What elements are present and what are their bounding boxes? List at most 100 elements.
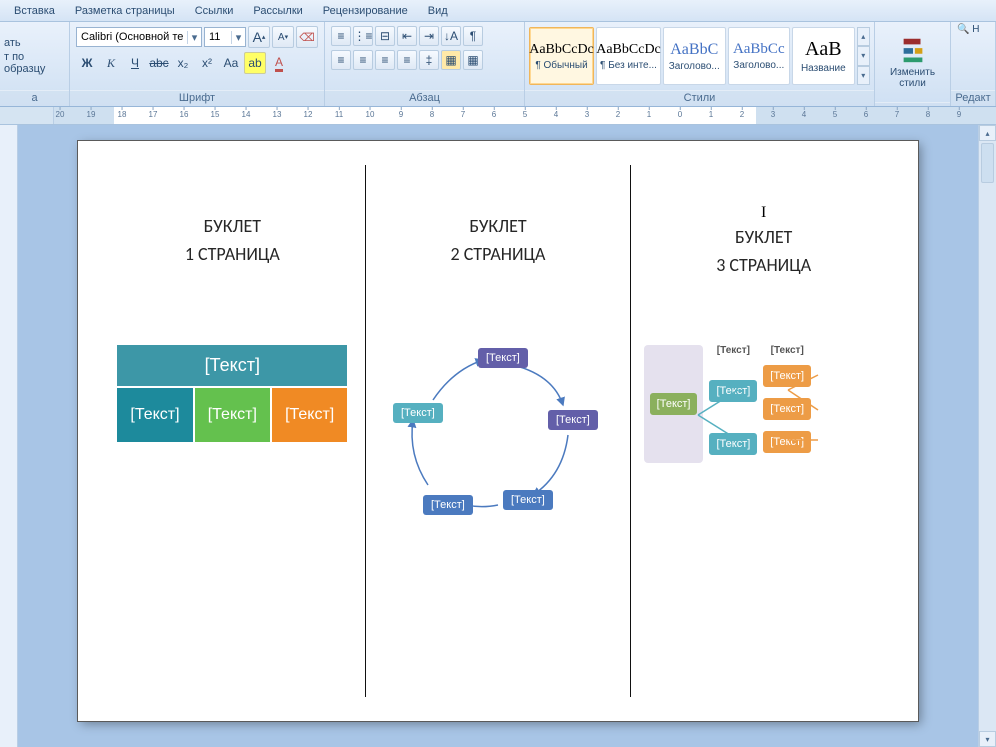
cycle-node-4[interactable]: [Текст] xyxy=(423,495,473,515)
scroll-up-icon[interactable]: ▴ xyxy=(979,125,996,141)
ruler-tick: 14 xyxy=(242,110,251,119)
sort-button[interactable]: ↓A xyxy=(441,26,461,46)
style-no-spacing[interactable]: AaBbCcDc ¶ Без инте... xyxy=(596,27,661,85)
highlight-button[interactable]: ab xyxy=(244,52,266,74)
pane2-title: БУКЛЕТ xyxy=(469,215,526,237)
menu-review[interactable]: Рецензирование xyxy=(313,3,418,19)
smartart-table[interactable]: [Текст] [Текст] [Текст] [Текст] xyxy=(117,345,347,442)
sa1-cell-3[interactable]: [Текст] xyxy=(272,388,347,442)
style-title[interactable]: AaB Название xyxy=(792,27,855,85)
clear-format-button[interactable]: ⌫ xyxy=(296,26,318,48)
font-label: Шрифт xyxy=(70,90,324,106)
style-heading1[interactable]: AaBbC Заголово... xyxy=(663,27,726,85)
line-spacing-button[interactable]: ‡ xyxy=(419,50,439,70)
ruler-tick: 18 xyxy=(118,110,127,119)
font-name-combo[interactable]: ▾ xyxy=(76,27,202,47)
style-normal[interactable]: AaBbCcDc ¶ Обычный xyxy=(529,27,594,85)
format-painter-button[interactable]: т по образцу xyxy=(4,51,65,75)
strike-button[interactable]: abc xyxy=(148,52,170,74)
hier-mid-1[interactable]: [Текст] xyxy=(709,380,757,402)
ruler-tick: 12 xyxy=(304,110,313,119)
chevron-down-icon[interactable]: ▾ xyxy=(231,31,245,44)
underline-button[interactable]: Ч xyxy=(124,52,146,74)
decrease-indent-button[interactable]: ⇤ xyxy=(397,26,417,46)
find-button[interactable]: 🔍 Н xyxy=(957,24,979,35)
styles-label: Стили xyxy=(525,90,874,106)
justify-button[interactable]: ≡ xyxy=(397,50,417,70)
borders-button[interactable]: ▦ xyxy=(463,50,483,70)
align-center-button[interactable]: ≡ xyxy=(353,50,373,70)
smartart-hierarchy[interactable]: [Текст] [Текст] [Текст] [Текст] [Текст] … xyxy=(644,345,884,463)
subscript-button[interactable]: x₂ xyxy=(172,52,194,74)
grow-font-button[interactable]: A▴ xyxy=(248,26,270,48)
font-size-combo[interactable]: ▾ xyxy=(204,27,246,47)
font-name-input[interactable] xyxy=(77,28,187,46)
cycle-node-5[interactable]: [Текст] xyxy=(393,403,443,423)
hier-col-root: [Текст] xyxy=(644,345,704,463)
ruler-tick: 20 xyxy=(56,110,65,119)
hier-root[interactable]: [Текст] xyxy=(650,393,698,415)
chevron-down-icon[interactable]: ▾ xyxy=(187,31,201,44)
hier-leaf-3[interactable]: [Текст] xyxy=(763,431,811,453)
sa1-header[interactable]: [Текст] xyxy=(117,345,347,388)
style-gallery-scroll[interactable]: ▴ ▾ ▾ xyxy=(857,27,870,85)
menu-page-layout[interactable]: Разметка страницы xyxy=(65,3,185,19)
ruler-tick: 17 xyxy=(149,110,158,119)
scroll-track[interactable] xyxy=(979,185,996,731)
cycle-node-2[interactable]: [Текст] xyxy=(548,410,598,430)
style-preview: AaBbC xyxy=(670,41,718,59)
bullet-list-button[interactable]: ≡ xyxy=(331,26,351,46)
menu-insert[interactable]: Вставка xyxy=(4,3,65,19)
hier-col-mid: [Текст] [Текст] [Текст] xyxy=(709,345,757,458)
cut-button[interactable]: ать xyxy=(4,37,21,49)
cycle-node-1[interactable]: [Текст] xyxy=(478,348,528,368)
ruler-tick: 1 xyxy=(709,110,713,119)
viewport[interactable]: БУКЛЕТ 1 СТРАНИЦА [Текст] [Текст] [Текст… xyxy=(18,125,978,747)
smartart-cycle[interactable]: [Текст] [Текст] [Текст] [Текст] [Текст] xyxy=(383,345,613,545)
page[interactable]: БУКЛЕТ 1 СТРАНИЦА [Текст] [Текст] [Текст… xyxy=(78,141,918,721)
hier-leaf-1[interactable]: [Текст] xyxy=(763,365,811,387)
change-case-button[interactable]: Aa xyxy=(220,52,242,74)
shrink-font-button[interactable]: A▾ xyxy=(272,26,294,48)
hier-leaf-2[interactable]: [Текст] xyxy=(763,398,811,420)
italic-button[interactable]: К xyxy=(100,52,122,74)
chevron-up-icon[interactable]: ▴ xyxy=(857,27,870,46)
menu-references[interactable]: Ссылки xyxy=(185,3,244,19)
scroll-down-icon[interactable]: ▾ xyxy=(979,731,996,747)
scroll-thumb[interactable] xyxy=(981,143,994,183)
style-heading2[interactable]: AaBbCc Заголово... xyxy=(728,27,791,85)
hier-mid-2[interactable]: [Текст] xyxy=(709,433,757,455)
menu-view[interactable]: Вид xyxy=(418,3,458,19)
font-size-input[interactable] xyxy=(205,28,231,46)
number-list-button[interactable]: ⋮≡ xyxy=(353,26,373,46)
ruler-tick: 5 xyxy=(523,110,527,119)
multilevel-list-button[interactable]: ⊟ xyxy=(375,26,395,46)
vertical-ruler[interactable] xyxy=(0,125,18,747)
horizontal-ruler[interactable]: 2019181716151413121110987654321012345678… xyxy=(54,107,996,124)
vertical-scrollbar[interactable]: ▴ ▾ xyxy=(978,125,996,747)
sa1-cell-1[interactable]: [Текст] xyxy=(117,388,194,442)
more-icon[interactable]: ▾ xyxy=(857,66,870,85)
chevron-down-icon[interactable]: ▾ xyxy=(857,46,870,65)
ruler-tick: 13 xyxy=(273,110,282,119)
ruler-tick: 11 xyxy=(335,110,343,119)
change-styles-button[interactable]: Изменить стили xyxy=(875,22,950,102)
superscript-button[interactable]: x² xyxy=(196,52,218,74)
show-marks-button[interactable]: ¶ xyxy=(463,26,483,46)
menu-mailings[interactable]: Рассылки xyxy=(243,3,312,19)
align-left-button[interactable]: ≡ xyxy=(331,50,351,70)
pane-2: БУКЛЕТ 2 СТРАНИЦА [Текст] xyxy=(372,165,625,697)
bold-button[interactable]: Ж xyxy=(76,52,98,74)
pane2-sub: 2 СТРАНИЦА xyxy=(451,243,546,265)
ruler-row: 2019181716151413121110987654321012345678… xyxy=(0,107,996,125)
ruler-tick: 4 xyxy=(802,110,806,119)
ruler-tick: 5 xyxy=(833,110,837,119)
font-color-button[interactable]: A xyxy=(268,52,290,74)
cycle-node-3[interactable]: [Текст] xyxy=(503,490,553,510)
shading-button[interactable]: ▦ xyxy=(441,50,461,70)
sa1-cell-2[interactable]: [Текст] xyxy=(195,388,272,442)
increase-indent-button[interactable]: ⇥ xyxy=(419,26,439,46)
ruler-tick: 9 xyxy=(957,110,961,119)
group-paragraph: ≡ ⋮≡ ⊟ ⇤ ⇥ ↓A ¶ ≡ ≡ ≡ ≡ ‡ ▦ ▦ Абзац xyxy=(325,22,525,106)
align-right-button[interactable]: ≡ xyxy=(375,50,395,70)
